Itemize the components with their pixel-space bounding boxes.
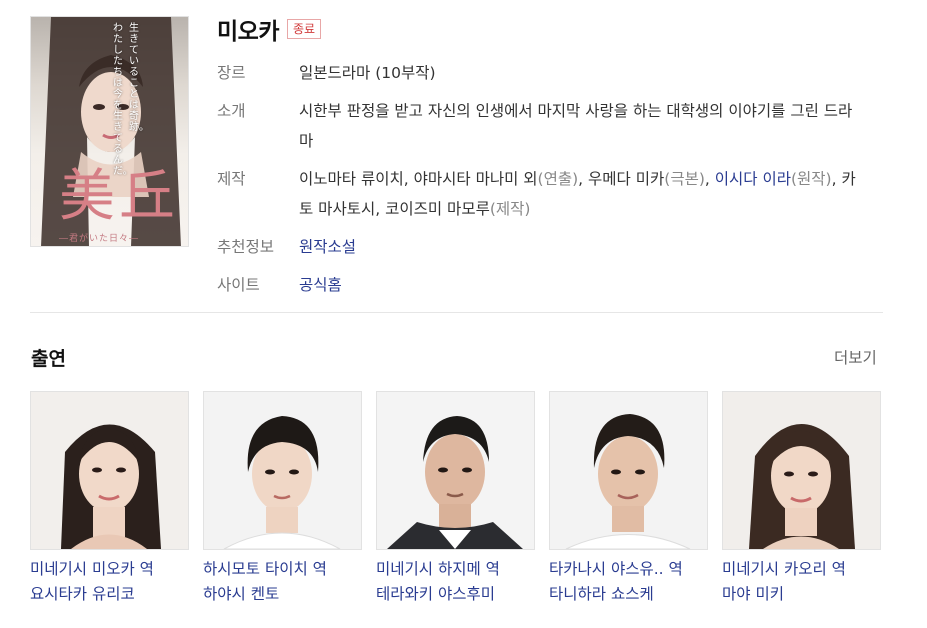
production-credit-text: 야마시타 마나미 bbox=[413, 170, 519, 188]
production-credit-role: (연출) bbox=[537, 170, 579, 188]
production-credit-role: (제작) bbox=[489, 200, 531, 218]
info-row-site: 사이트 공식홈 bbox=[217, 270, 857, 300]
cast-role[interactable]: 미네기시 카오리 역 bbox=[722, 558, 881, 580]
production-credit-text: , bbox=[375, 200, 386, 218]
cast-role[interactable]: 미네기시 미오카 역 bbox=[30, 558, 189, 580]
cast-photo[interactable] bbox=[376, 391, 535, 550]
cast-card[interactable]: 하시모토 타이치 역 하야시 켄토 bbox=[203, 391, 362, 605]
production-credit-text: , bbox=[578, 170, 589, 188]
production-credit-text: , bbox=[403, 170, 414, 188]
production-credit-text: 이노마타 류이치 bbox=[299, 170, 404, 188]
status-badge: 종료 bbox=[286, 19, 322, 39]
cast-card[interactable]: 미네기시 카오리 역 마야 미키 bbox=[722, 391, 881, 605]
section-divider bbox=[30, 312, 883, 313]
cast-photo[interactable] bbox=[549, 391, 708, 550]
cast-section-title: 출연 bbox=[31, 348, 66, 370]
cast-card[interactable]: 미네기시 하지메 역 테라와키 야스후미 bbox=[376, 391, 535, 605]
intro-label: 소개 bbox=[217, 102, 246, 120]
production-credit-link[interactable]: 이시다 이라 bbox=[715, 170, 791, 188]
info-table: 장르 일본드라마 (10부작) 소개 시한부 판정을 받고 자신의 인생에서 마… bbox=[217, 58, 857, 308]
intro-value: 시한부 판정을 받고 자신의 인생에서 마지막 사랑을 하는 대학생의 이야기를… bbox=[299, 102, 853, 150]
more-link[interactable]: 더보기 bbox=[834, 346, 877, 368]
cast-actor[interactable]: 테라와키 야스후미 bbox=[376, 583, 535, 605]
cast-actor[interactable]: 타니하라 쇼스케 bbox=[549, 583, 708, 605]
cast-list: 미네기시 미오카 역 요시타카 유리코 하시모토 타이치 역 하야시 켄토 미네… bbox=[30, 391, 881, 605]
cast-actor[interactable]: 마야 미키 bbox=[722, 583, 881, 605]
production-credit-text: 우메다 미카 bbox=[588, 170, 665, 188]
recommend-link[interactable]: 원작소설 bbox=[299, 238, 356, 256]
cast-card[interactable]: 타카나시 야스유.. 역 타니하라 쇼스케 bbox=[549, 391, 708, 605]
production-credit-text: 코이즈미 마모루 bbox=[385, 200, 490, 218]
cast-photo[interactable] bbox=[30, 391, 189, 550]
poster-vertical-text-1: 生きていることは奇跡。 bbox=[129, 23, 149, 133]
cast-role[interactable]: 하시모토 타이치 역 bbox=[203, 558, 362, 580]
recommend-label: 추천정보 bbox=[217, 238, 275, 256]
genre-label: 장르 bbox=[217, 64, 246, 82]
cast-role[interactable]: 미네기시 하지메 역 bbox=[376, 558, 535, 580]
cast-photo[interactable] bbox=[722, 391, 881, 550]
official-site-link[interactable]: 공식홈 bbox=[299, 276, 342, 294]
production-value: 이노마타 류이치, 야마시타 마나미 외(연출), 우메다 미카(극본), 이시… bbox=[299, 164, 857, 224]
info-row-production: 제작 이노마타 류이치, 야마시타 마나미 외(연출), 우메다 미카(극본),… bbox=[217, 164, 857, 224]
production-credit-role: (원작) bbox=[790, 170, 832, 188]
cast-actor[interactable]: 요시타카 유리코 bbox=[30, 583, 189, 605]
info-row-intro: 소개 시한부 판정을 받고 자신의 인생에서 마지막 사랑을 하는 대학생의 이… bbox=[217, 96, 857, 156]
poster-vertical-text-2: わたしたちは今を生きてるんだ。 bbox=[113, 23, 133, 177]
cast-card[interactable]: 미네기시 미오카 역 요시타카 유리코 bbox=[30, 391, 189, 605]
production-credit-role: (극본) bbox=[664, 170, 705, 188]
genre-value: 일본드라마 (10부작) bbox=[299, 64, 436, 82]
production-credit-text: , bbox=[831, 170, 842, 188]
poster-subtitle: ―君がいた日々― bbox=[59, 234, 140, 244]
production-label: 제작 bbox=[217, 170, 246, 188]
info-row-genre: 장르 일본드라마 (10부작) bbox=[217, 58, 857, 88]
poster-calligraphy: 美丘 bbox=[59, 164, 179, 229]
page-title: 미오카 bbox=[217, 19, 279, 45]
site-label: 사이트 bbox=[217, 276, 260, 294]
cast-actor[interactable]: 하야시 켄토 bbox=[203, 583, 362, 605]
cast-photo[interactable] bbox=[203, 391, 362, 550]
production-credit-text: , bbox=[704, 170, 715, 188]
info-row-recommend: 추천정보 원작소설 bbox=[217, 232, 857, 262]
cast-role[interactable]: 타카나시 야스유.. 역 bbox=[549, 558, 708, 580]
production-credit-text: 외 bbox=[518, 170, 538, 188]
drama-poster[interactable]: 生きていることは奇跡。 わたしたちは今を生きてるんだ。 美丘 ―君がいた日々― bbox=[30, 16, 189, 247]
title-row: 미오카 종료 bbox=[217, 12, 322, 46]
